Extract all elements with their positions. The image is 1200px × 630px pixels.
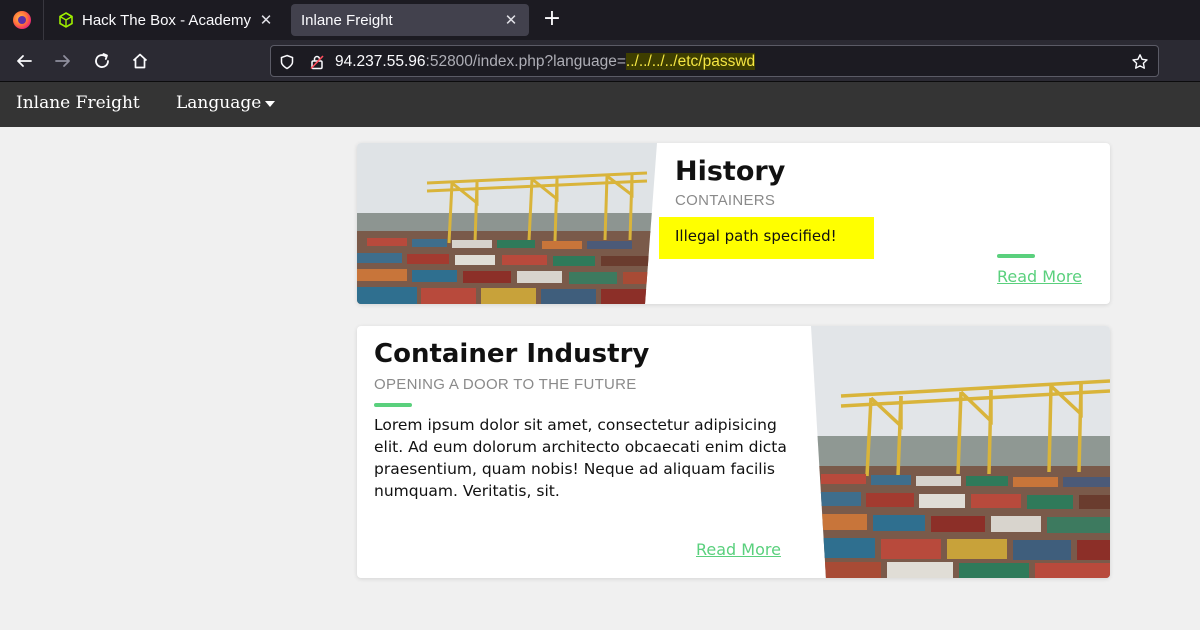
close-icon[interactable]: ✕ xyxy=(258,11,274,29)
container-port-image xyxy=(357,143,657,304)
container-industry-card: Container Industry OPENING A DOOR TO THE… xyxy=(357,326,1110,578)
htb-cube-icon xyxy=(58,12,74,28)
read-more-link[interactable]: Read More xyxy=(997,267,1082,286)
card-subtitle: CONTAINERS xyxy=(675,192,776,209)
firefox-menu-button[interactable] xyxy=(0,0,44,40)
language-dropdown-label: Language xyxy=(176,93,262,113)
accent-divider xyxy=(997,254,1035,258)
accent-divider xyxy=(374,403,412,407)
site-brand-link[interactable]: Inlane Freight xyxy=(16,93,140,113)
back-arrow-icon[interactable] xyxy=(12,49,36,73)
container-port-image xyxy=(811,326,1110,578)
read-more-link[interactable]: Read More xyxy=(696,540,781,559)
home-icon[interactable] xyxy=(128,49,152,73)
tab-hack-the-box[interactable]: Hack The Box - Academy ✕ xyxy=(48,4,284,36)
tab-title: Hack The Box - Academy xyxy=(82,11,251,29)
forward-arrow-icon[interactable] xyxy=(51,49,75,73)
error-alert: Illegal path specified! xyxy=(659,217,874,259)
insecure-lock-icon[interactable] xyxy=(307,52,327,72)
site-navbar: Inlane Freight Language xyxy=(0,82,1200,127)
tab-bar: Hack The Box - Academy ✕ Inlane Freight … xyxy=(0,0,1200,40)
card-body-text: Lorem ipsum dolor sit amet, consectetur … xyxy=(374,416,787,500)
close-icon[interactable]: ✕ xyxy=(503,11,519,29)
language-dropdown[interactable]: Language xyxy=(176,93,276,113)
card-title: Container Industry xyxy=(374,339,650,369)
navigation-toolbar: 94.237.55.96:52800/index.php?language=..… xyxy=(0,40,1200,82)
url-path: :52800/index.php?language= xyxy=(425,53,626,70)
bookmark-star-icon[interactable] xyxy=(1130,52,1150,72)
new-tab-button[interactable]: + xyxy=(540,8,564,32)
tab-title: Inlane Freight xyxy=(301,11,393,29)
url-text[interactable]: 94.237.55.96:52800/index.php?language=..… xyxy=(335,52,756,72)
url-host: 94.237.55.96 xyxy=(335,53,426,70)
card-subtitle: OPENING A DOOR TO THE FUTURE xyxy=(374,376,637,393)
url-highlighted-parameter: ../../../../etc/passwd xyxy=(625,53,756,70)
tab-inlane-freight[interactable]: Inlane Freight ✕ xyxy=(291,4,529,36)
shield-icon[interactable] xyxy=(277,52,297,72)
reload-icon[interactable] xyxy=(90,49,114,73)
card-title: History xyxy=(675,156,786,187)
firefox-icon xyxy=(12,11,31,29)
history-card: History CONTAINERS Illegal path specifie… xyxy=(357,143,1110,304)
caret-down-icon xyxy=(265,100,276,107)
url-bar[interactable]: 94.237.55.96:52800/index.php?language=..… xyxy=(270,45,1159,77)
